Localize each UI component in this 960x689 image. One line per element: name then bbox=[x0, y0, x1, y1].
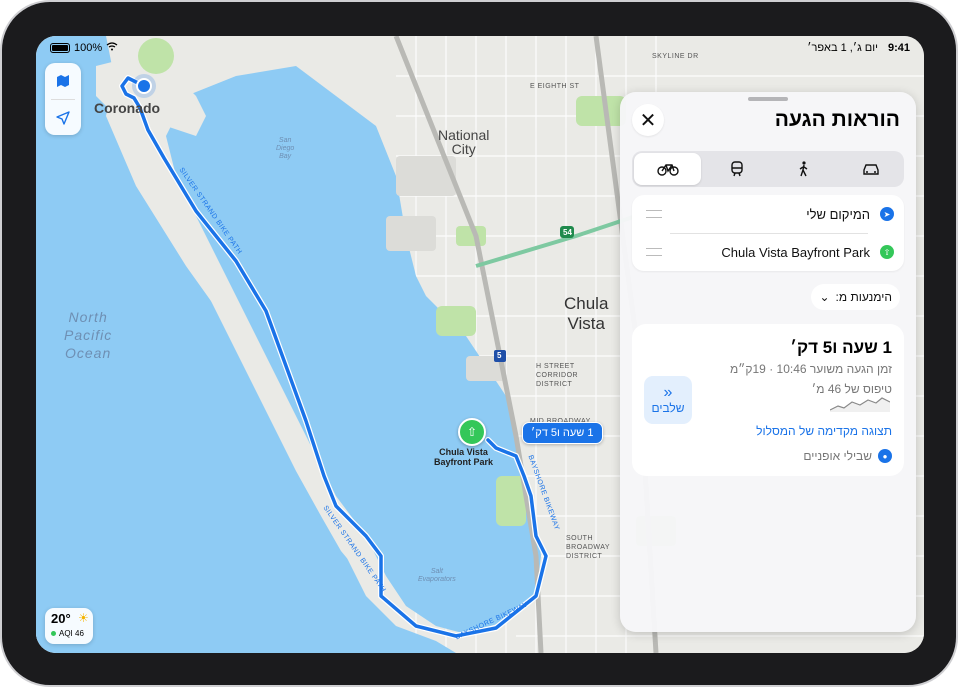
panel-title: הוראות הגעה bbox=[774, 108, 900, 131]
route-eta: זמן הגעה משוער 10:46 · 19ק״מ bbox=[729, 362, 892, 376]
location-arrow-icon: ➤ bbox=[880, 207, 894, 221]
bike-lanes-label: שבילי אופניים bbox=[803, 449, 872, 463]
panel-grabber[interactable] bbox=[748, 97, 788, 101]
label-coronado: Coronado bbox=[94, 100, 161, 116]
battery-percent: 100% bbox=[74, 42, 103, 54]
elevation-graph bbox=[830, 397, 890, 412]
route-stops: ➤ המיקום שלי ⇧ Chula Vista Bayfront Park bbox=[632, 195, 904, 271]
map-icon bbox=[57, 75, 69, 87]
walk-icon bbox=[799, 161, 807, 177]
aqi-dot-icon bbox=[51, 631, 56, 636]
bike-lanes-info: ● שבילי אופניים bbox=[803, 449, 892, 463]
transport-modes bbox=[632, 151, 904, 187]
stop-from-label: המיקום שלי bbox=[806, 206, 870, 222]
aqi-indicator: AQI 46 bbox=[51, 629, 84, 638]
map-mode-button[interactable] bbox=[45, 63, 81, 99]
avoid-label: הימנעות מ: bbox=[835, 290, 892, 304]
steps-label: שלבים bbox=[651, 401, 685, 415]
sun-icon: ☀ bbox=[78, 611, 89, 625]
bike-icon: ● bbox=[878, 449, 892, 463]
car-icon bbox=[862, 164, 879, 175]
label-highway-5: 5 bbox=[497, 351, 502, 360]
bike-icon bbox=[656, 164, 679, 176]
current-location-dot[interactable] bbox=[136, 78, 152, 94]
mode-transit[interactable] bbox=[703, 151, 770, 187]
destination-pin-icon: ⇧ bbox=[880, 245, 894, 259]
chevron-down-icon: ⌄ bbox=[819, 290, 830, 304]
stops-divider bbox=[670, 233, 868, 234]
wifi-icon bbox=[106, 42, 118, 54]
status-bar-left: 100% bbox=[50, 40, 118, 56]
status-time: 9:41 bbox=[887, 42, 910, 54]
map-controls bbox=[45, 63, 81, 135]
destination-label: Chula Vista Bayfront Park bbox=[434, 447, 494, 467]
label-salt-evaporators: Salt Evaporators bbox=[418, 568, 456, 583]
mode-car[interactable] bbox=[837, 151, 904, 187]
mode-walk[interactable] bbox=[770, 151, 837, 187]
directions-panel: הוראות הגעה ✕ ➤ המיקום שלי ⇧ Chula Vista… bbox=[620, 92, 916, 632]
label-chula-vista: Chula Vista bbox=[564, 294, 609, 333]
drag-handle-icon[interactable] bbox=[646, 248, 662, 256]
drag-handle-icon[interactable] bbox=[646, 210, 662, 218]
location-arrow-icon bbox=[56, 111, 70, 125]
close-icon: ✕ bbox=[639, 109, 657, 132]
label-south-broadway: SOUTH BROADWAY DISTRICT bbox=[566, 535, 611, 560]
stop-to-label: Chula Vista Bayfront Park bbox=[721, 244, 870, 260]
destination-pin[interactable]: ⇧ bbox=[458, 418, 486, 446]
label-highway-54: 54 bbox=[563, 228, 572, 237]
route-card[interactable]: 1 שעה ו5 דק׳ זמן הגעה משוער 10:46 · 19ק״… bbox=[632, 324, 904, 476]
route-preview-link[interactable]: תצוגה מקדימה של המסלול bbox=[756, 424, 892, 438]
label-national-city: National City bbox=[438, 127, 490, 157]
weather-temperature: 20° bbox=[51, 611, 71, 626]
battery-icon bbox=[50, 43, 70, 53]
route-duration: 1 שעה ו5 דק׳ bbox=[790, 338, 892, 357]
status-date: יום ג׳, 1 באפר׳ bbox=[807, 42, 878, 54]
locate-button[interactable] bbox=[45, 100, 81, 136]
label-e-eighth: E EIGHTH ST bbox=[530, 83, 580, 90]
transit-icon bbox=[730, 161, 743, 177]
screen: Coronado North Pacific Ocean San Diego B… bbox=[36, 36, 924, 653]
stop-to[interactable]: ⇧ Chula Vista Bayfront Park bbox=[646, 240, 894, 264]
mode-bike[interactable] bbox=[634, 153, 701, 185]
status-bar-right: 9:41 יום ג׳, 1 באפר׳ bbox=[807, 40, 910, 56]
aqi-value: AQI 46 bbox=[59, 629, 84, 638]
route-duration-bubble[interactable]: 1 שעה ו5 דק׳ bbox=[522, 422, 603, 444]
label-ocean: North Pacific Ocean bbox=[64, 309, 113, 361]
label-h-street: H STREET CORRIDOR DISTRICT bbox=[536, 363, 579, 388]
label-skyline: SKYLINE DR bbox=[652, 53, 699, 60]
close-button[interactable]: ✕ bbox=[632, 104, 664, 136]
ipad-device: Coronado North Pacific Ocean San Diego B… bbox=[0, 0, 960, 689]
steps-button[interactable]: « שלבים bbox=[644, 376, 692, 424]
chevron-double-left-icon: « bbox=[663, 384, 673, 401]
stop-from[interactable]: ➤ המיקום שלי bbox=[646, 202, 894, 226]
weather-widget[interactable]: 20° ☀ AQI 46 bbox=[45, 608, 93, 644]
label-bay: San Diego Bay bbox=[276, 137, 295, 160]
avoid-button[interactable]: הימנעות מ: ⌄ bbox=[811, 284, 900, 310]
